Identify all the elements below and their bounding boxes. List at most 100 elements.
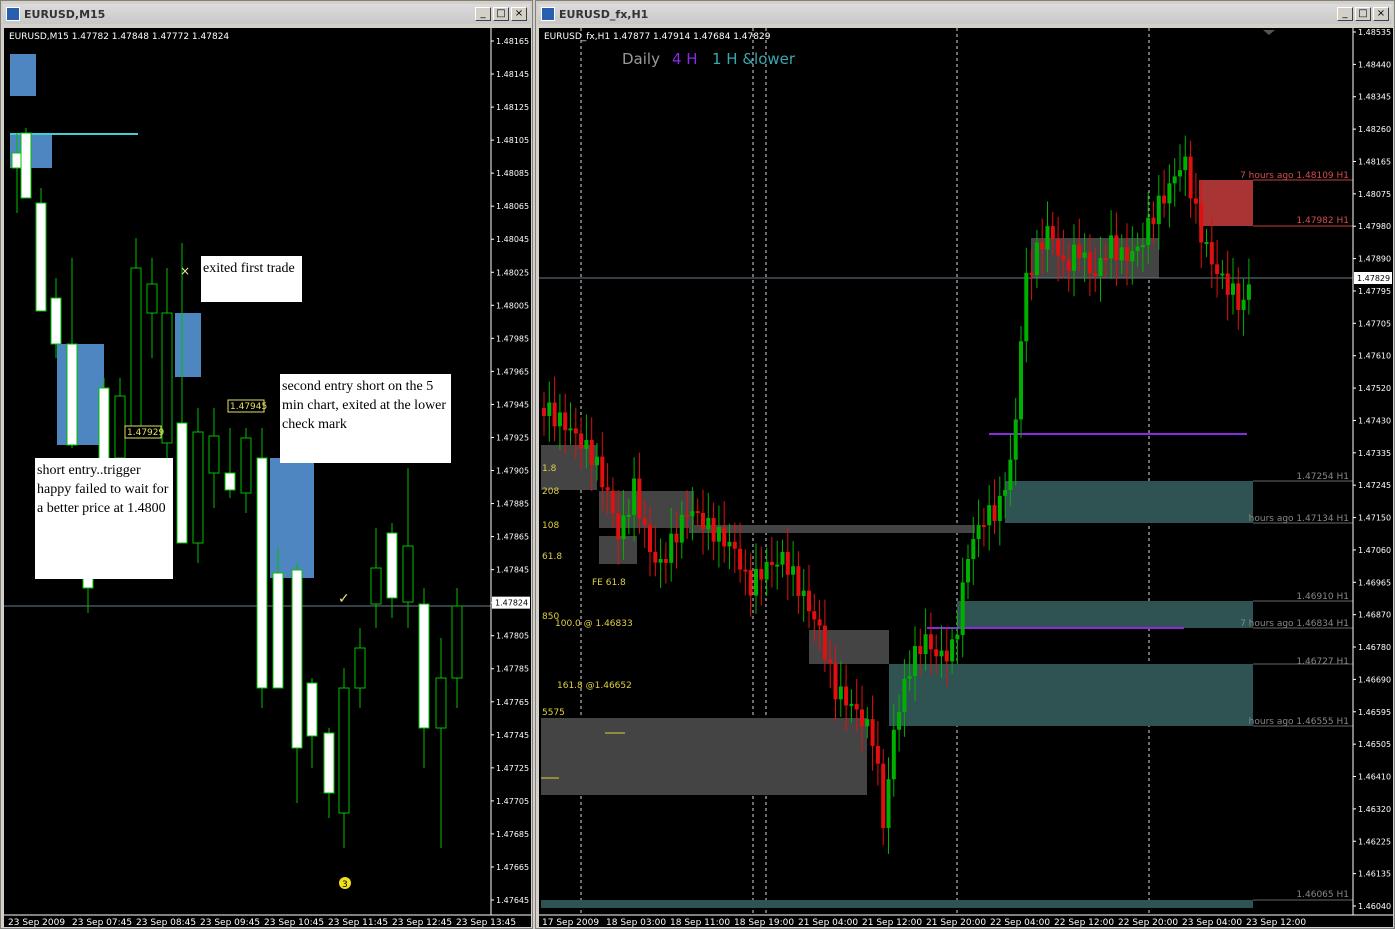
bear-candle [552, 402, 557, 427]
bear-candle [573, 428, 578, 434]
bull-candle [950, 639, 955, 662]
zone-rect [1199, 180, 1253, 226]
bear-candle [711, 517, 716, 542]
shift-marker-icon [1263, 30, 1275, 35]
supply-zone [10, 54, 36, 96]
price-label: 1.46505 [1358, 740, 1391, 749]
zone-rect [689, 525, 975, 533]
bear-candle [759, 568, 764, 580]
bull-candle [621, 515, 626, 540]
maximize-button[interactable]: □ [493, 7, 509, 21]
price-label: 1.47985 [496, 334, 529, 343]
bear-candle [844, 686, 849, 706]
bull-candle [1220, 273, 1225, 276]
price-label: 1.47765 [496, 698, 529, 707]
price-label: 1.47845 [496, 566, 529, 575]
zone-label: 7 hours ago 1.46834 H1 [1240, 619, 1349, 629]
bear-candle [854, 703, 859, 710]
fib-label: 1.8 [542, 464, 557, 474]
fib-label: 5575 [542, 708, 565, 718]
price-label: 1.47885 [496, 500, 529, 509]
price-label: 1.48535 [1358, 28, 1391, 37]
right-price-chart[interactable]: 1.820810861.8FE 61.8850100.0 @ 1.4683316… [539, 28, 1393, 927]
price-label: 1.46410 [1358, 773, 1391, 782]
zone-rect [1005, 481, 1253, 523]
price-label: 1.47725 [496, 764, 529, 773]
bear-candle [1066, 259, 1071, 271]
right-chart-area[interactable]: 1.8 208 108 61.8 FE 61.8 850 100.0 @ 1.46833 16… [539, 28, 1393, 927]
bear-candle [981, 525, 986, 528]
bull-candle [780, 552, 785, 565]
bear-candle [992, 505, 997, 521]
price-label: 1.48345 [1358, 93, 1391, 102]
bear-candle [828, 659, 833, 664]
bull-candle [849, 703, 854, 706]
bear-candle [881, 763, 886, 828]
bear-candle [1215, 264, 1220, 275]
price-label: 1.48145 [496, 70, 529, 79]
price-label: 1.46040 [1358, 902, 1391, 911]
zone-rect [541, 900, 1253, 908]
price-label: 1.46320 [1358, 805, 1391, 814]
bull-candle [1013, 419, 1018, 460]
bear-candle [1199, 203, 1204, 243]
time-label: 23 Sep 07:45 [72, 918, 132, 927]
price-label: 1.46780 [1358, 643, 1391, 652]
left-chart-area[interactable]: 1.47945 1.47929 × ✓ 3 1.48165 1.48145 1.48125 1.… [4, 28, 531, 927]
bear-candle [176, 422, 188, 544]
zone-label: 1.46727 H1 [1296, 657, 1349, 667]
bull-candle [338, 687, 350, 814]
check-mark: ✓ [338, 591, 350, 607]
bear-candle [563, 412, 568, 431]
price-label: 1.48005 [496, 301, 529, 310]
price-label: 1.47150 [1358, 514, 1391, 523]
bull-candle [754, 568, 758, 596]
right-titlebar[interactable]: EURUSD_fx,H1 _ □ × [538, 4, 1392, 24]
maximize-button[interactable]: □ [1355, 7, 1371, 21]
time-label: 21 Sep 20:00 [926, 918, 986, 927]
bear-candle [743, 569, 748, 572]
right-chart-window[interactable]: EURUSD_fx,H1 _ □ × 1.8 208 108 61.8 FE 61.8 8… [535, 0, 1395, 929]
bear-candle [807, 590, 811, 612]
time-label: 22 Sep 20:00 [1118, 918, 1178, 927]
bull-candle [716, 527, 721, 542]
supply-zone [270, 458, 314, 578]
close-button[interactable]: × [511, 7, 527, 21]
bear-candle [685, 514, 690, 517]
left-window-title: EURUSD,M15 [24, 7, 106, 21]
price-label: 1.47705 [496, 797, 529, 806]
bull-candle [669, 533, 674, 563]
left-titlebar[interactable]: EURUSD,M15 _ □ × [3, 4, 530, 24]
bear-candle [870, 719, 875, 746]
zone-label: 7 hours ago 1.48109 H1 [1240, 171, 1349, 181]
price-label: 1.46690 [1358, 675, 1391, 684]
bear-candle [1125, 247, 1129, 262]
bear-candle [875, 745, 880, 764]
bear-candle [1077, 244, 1082, 258]
minimize-button[interactable]: _ [475, 7, 491, 21]
bear-candle [616, 513, 621, 540]
bear-candle [418, 603, 430, 729]
bear-candle [579, 433, 584, 449]
bull-candle [1045, 226, 1050, 250]
price-label: 1.48105 [496, 136, 529, 145]
bull-candle [595, 456, 599, 466]
bull-candle [1146, 217, 1151, 246]
price-label: 1.47060 [1358, 546, 1391, 555]
time-label: 23 Sep 09:45 [200, 918, 260, 927]
zone-rect [809, 630, 889, 664]
price-label: 1.47980 [1358, 222, 1391, 231]
bull-candle [971, 539, 976, 560]
bull-candle [902, 678, 907, 712]
price-label: 1.47795 [1358, 287, 1391, 296]
bear-candle [66, 343, 78, 446]
minimize-button[interactable]: _ [1337, 7, 1353, 21]
bear-candle [256, 457, 268, 689]
price-label: 1.47520 [1358, 384, 1391, 393]
time-label: 21 Sep 04:00 [798, 918, 858, 927]
close-button[interactable]: × [1373, 7, 1389, 21]
price-label: 1.47865 [496, 533, 529, 542]
left-chart-window[interactable]: EURUSD,M15 _ □ × 1.47945 1.47929 × ✓ 3 1.4816… [0, 0, 533, 929]
bear-candle [1056, 239, 1061, 256]
bear-candle [860, 709, 864, 727]
